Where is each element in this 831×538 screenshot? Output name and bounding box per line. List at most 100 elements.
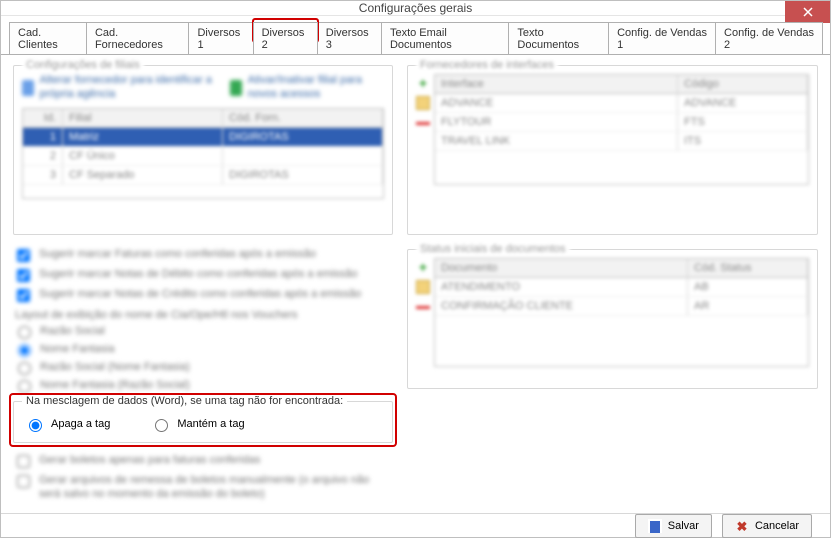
tool-label: Ativar/Inativar filial para novos acesso… [248,74,384,102]
titlebar: Configurações gerais [1,1,830,16]
tab-label: Texto Email Documentos [390,27,452,51]
table-row[interactable]: 3 CF Separado DIGIROTAS [23,166,383,185]
cell-codigo: ITS [678,132,808,150]
layout-voucher-label: Layout de exibição do nome de Cia/Ope/Ht… [15,309,393,321]
info-icon [22,80,34,96]
window-title: Configurações gerais [1,1,830,15]
footer: Salvar ✖ Cancelar [1,513,830,538]
add-icon[interactable]: + [416,76,430,90]
cell-interface: TRAVEL LINK [435,132,678,150]
table-row[interactable]: ATENDIMENTO AB [435,278,808,297]
cell-cod [223,147,383,165]
radio-label: Mantém a tag [177,418,244,430]
group-fornecedores-interfaces: Fornecedores de interfaces + Interface C… [407,65,818,235]
radio-label: Razão Social (Nome Fantasia) [40,361,190,373]
chk-boletos-faturas-conferidas[interactable] [17,455,30,468]
cell-codigo: ADVANCE [678,94,808,112]
chk-label: Sugerir marcar Faturas como conferidas a… [39,248,316,260]
grid-filiais[interactable]: Id. Filial Cód. Forn. 1 Matriz DIGIROTAS… [22,108,384,199]
tool-ativar-inativar-filial[interactable]: Ativar/Inativar filial para novos acesso… [230,74,384,102]
remove-icon[interactable] [416,306,430,309]
table-row[interactable]: 1 Matriz DIGIROTAS [23,128,383,147]
chk-notas-debito-conferidas[interactable] [17,269,30,282]
radio-apaga-tag-wrap[interactable]: Apaga a tag [24,416,110,432]
tab-config-vendas-1[interactable]: Config. de Vendas 1 [608,22,716,54]
radio-label: Razão Social [40,325,105,337]
col-head-codigo[interactable]: Código [678,75,808,93]
tab-label: Cad. Clientes [18,27,58,51]
chk-notas-credito-conferidas[interactable] [17,289,30,302]
chk-arquivos-remessa-manual[interactable] [17,475,30,488]
tab-label: Diversos 2 [262,27,305,51]
tab-cad-clientes[interactable]: Cad. Clientes [9,22,87,54]
content: Configurações de filiais Alterar fornece… [1,55,830,513]
group-title: Fornecedores de interfaces [416,59,558,71]
cell-cod: DIGIROTAS [223,166,383,184]
cell-filial: Matriz [63,128,223,146]
cell-interface: FLYTOUR [435,113,678,131]
tab-label: Texto Documentos [517,27,579,51]
col-head-cod[interactable]: Cód. Forn. [223,109,383,127]
tab-label: Cad. Fornecedores [95,27,163,51]
table-row[interactable]: FLYTOUR FTS [435,113,808,132]
cell-documento: ATENDIMENTO [435,278,688,296]
chk-faturas-conferidas[interactable] [17,249,30,262]
radio-apaga-tag[interactable] [29,419,42,432]
tab-label: Config. de Vendas 2 [724,27,814,51]
cell-status: AB [688,278,808,296]
cancel-button[interactable]: ✖ Cancelar [722,514,812,538]
tab-label: Diversos 3 [326,27,369,51]
table-row[interactable]: 2 CF Único [23,147,383,166]
grid-status-documentos[interactable]: Documento Cód. Status ATENDIMENTO AB CON… [434,258,809,367]
radio-razao-social-nome-fantasia[interactable] [18,362,31,375]
tool-alterar-fornecedor[interactable]: Alterar fornecedor para identificar a pr… [22,74,220,102]
cell-documento: CONFIRMAÇÃO CLIENTE [435,297,688,315]
radio-label: Apaga a tag [51,418,110,430]
radio-mantem-tag-wrap[interactable]: Mantém a tag [150,416,244,432]
tab-diversos-1[interactable]: Diversos 1 [188,22,253,54]
add-icon[interactable]: + [416,260,430,274]
cancel-icon: ✖ [735,519,749,533]
edit-icon[interactable] [416,96,430,110]
radio-nome-fantasia[interactable] [18,344,31,357]
radio-nome-fantasia-razao-social[interactable] [18,380,31,393]
tab-cad-fornecedores[interactable]: Cad. Fornecedores [86,22,189,54]
save-icon [648,519,662,533]
chk-label: Sugerir marcar Notas de Débito como conf… [39,268,358,280]
table-row[interactable]: TRAVEL LINK ITS [435,132,808,151]
tab-texto-documentos[interactable]: Texto Documentos [508,22,609,54]
button-label: Salvar [668,520,699,532]
cell-codigo: FTS [678,113,808,131]
col-head-documento[interactable]: Documento [435,259,688,277]
col-head-id[interactable]: Id. [23,109,63,127]
radio-razao-social[interactable] [18,326,31,339]
radio-mantem-tag[interactable] [155,419,168,432]
tab-diversos-2[interactable]: Diversos 2 [253,22,318,54]
radio-label: Nome Fantasia [40,343,115,355]
tab-label: Config. de Vendas 1 [617,27,707,51]
group-mesclagem-word: Na mesclagem de dados (Word), se uma tag… [13,401,393,443]
toggle-icon [230,80,241,96]
cell-id: 1 [23,128,63,146]
chk-label: Gerar boletos apenas para faturas confer… [39,454,260,466]
button-label: Cancelar [755,520,799,532]
remove-icon[interactable] [416,122,430,125]
tab-label: Diversos 1 [197,27,240,51]
col-head-cod-status[interactable]: Cód. Status [688,259,808,277]
edit-icon[interactable] [416,280,430,294]
group-title: Na mesclagem de dados (Word), se uma tag… [22,395,347,407]
grid-forn-interfaces[interactable]: Interface Código ADVANCE ADVANCE FLYTOUR… [434,74,809,185]
cell-interface: ADVANCE [435,94,678,112]
table-row[interactable]: CONFIRMAÇÃO CLIENTE AR [435,297,808,316]
tabbar: Cad. Clientes Cad. Fornecedores Diversos… [1,16,830,55]
tab-diversos-3[interactable]: Diversos 3 [317,22,382,54]
col-head-interface[interactable]: Interface [435,75,678,93]
table-row[interactable]: ADVANCE ADVANCE [435,94,808,113]
save-button[interactable]: Salvar [635,514,712,538]
col-head-filial[interactable]: Filial [63,109,223,127]
cell-id: 3 [23,166,63,184]
group-title: Status iniciais de documentos [416,243,570,255]
group-title: Configurações de filiais [22,59,144,71]
tab-config-vendas-2[interactable]: Config. de Vendas 2 [715,22,823,54]
tab-texto-email-documentos[interactable]: Texto Email Documentos [381,22,509,54]
